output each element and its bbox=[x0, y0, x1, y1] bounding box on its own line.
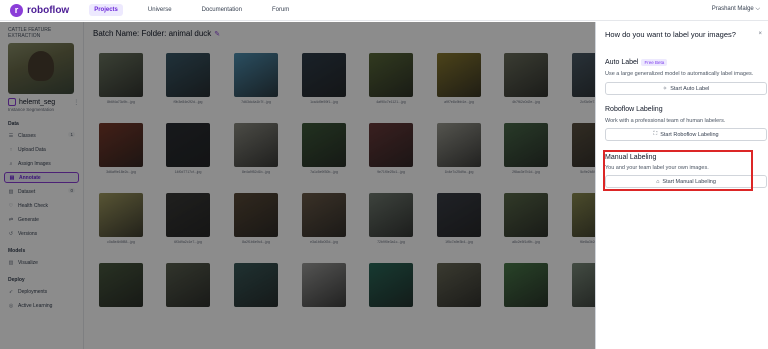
tab-projects[interactable]: Projects bbox=[89, 4, 123, 16]
auto-label-heading: Auto Label bbox=[605, 59, 639, 66]
sparkle-icon: ✧ bbox=[662, 85, 668, 92]
button-label: Start Auto Label bbox=[670, 85, 710, 92]
start-auto-label-button[interactable]: ✧ Start Auto Label bbox=[605, 82, 767, 95]
user-menu[interactable]: Prashant Malge ⌵ bbox=[712, 6, 760, 13]
roboflow-labeling-title: Roboflow Labeling bbox=[605, 106, 663, 113]
start-roboflow-labeling-button[interactable]: ⛶ Start Roboflow Labeling bbox=[605, 128, 767, 141]
tab-forum[interactable]: Forum bbox=[267, 4, 294, 16]
auto-label-title: Auto Label Free Beta bbox=[605, 58, 668, 66]
beta-badge: Free Beta bbox=[641, 58, 668, 66]
tab-documentation[interactable]: Documentation bbox=[197, 4, 247, 16]
top-navigation: r roboflow Projects Universe Documentati… bbox=[0, 0, 768, 21]
team-icon: ⛶ bbox=[653, 131, 658, 137]
roboflow-logo-icon: r bbox=[10, 3, 23, 17]
button-label: Start Roboflow Labeling bbox=[660, 131, 719, 138]
close-icon[interactable]: × bbox=[758, 31, 762, 37]
panel-title: How do you want to label your images? bbox=[605, 30, 736, 39]
modal-backdrop[interactable] bbox=[0, 22, 595, 349]
brand-name: roboflow bbox=[27, 4, 70, 16]
roboflow-logo[interactable]: r roboflow bbox=[10, 3, 70, 17]
highlight-box bbox=[603, 150, 753, 191]
auto-label-description: Use a large generalized model to automat… bbox=[605, 71, 754, 77]
roboflow-labeling-description: Work with a professional team of human l… bbox=[605, 118, 726, 124]
tab-universe[interactable]: Universe bbox=[143, 4, 177, 16]
